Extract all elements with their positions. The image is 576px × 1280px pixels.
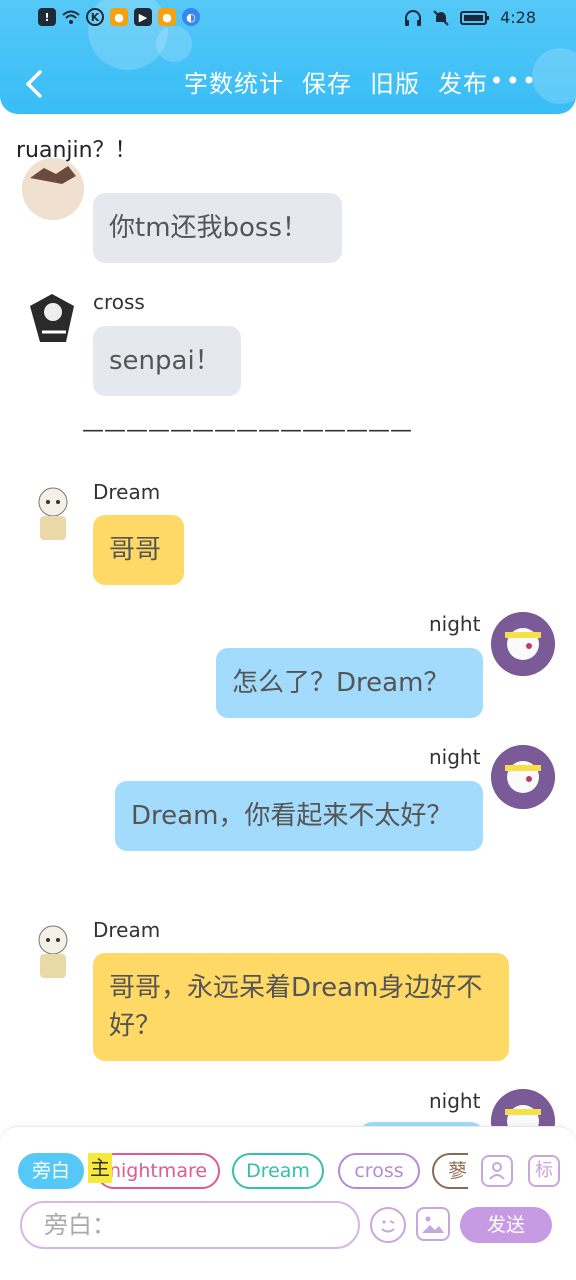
back-arrow-icon[interactable] xyxy=(20,66,50,102)
avatar-cross[interactable] xyxy=(22,288,84,350)
chip-narration[interactable]: 旁白 xyxy=(18,1153,84,1189)
nav-actions: 字数统计 保存 旧版 发布 xyxy=(184,66,488,102)
avatar-night[interactable] xyxy=(491,745,555,809)
sender-name: night xyxy=(429,1089,481,1113)
message-bubble[interactable]: 哥哥 xyxy=(93,515,184,585)
chip-more[interactable]: 蓼 xyxy=(432,1153,468,1189)
header: ! K ● ▶ ● ◐ 4:28 字数统计 保存 旧版 发布 ••• xyxy=(0,0,576,114)
send-button[interactable]: 发送 xyxy=(460,1207,552,1243)
message-bubble[interactable]: senpai！ xyxy=(93,326,241,396)
sender-name: Dream xyxy=(93,480,161,504)
browser-icon: ◐ xyxy=(182,8,200,26)
old-version-button[interactable]: 旧版 xyxy=(370,66,420,102)
user-card-icon[interactable] xyxy=(481,1155,513,1187)
publish-button[interactable]: 发布 xyxy=(438,66,488,102)
status-right-icons: 4:28 xyxy=(404,8,536,27)
emoji-icon[interactable] xyxy=(370,1207,406,1243)
message-bubble[interactable]: 你tm还我boss！ xyxy=(93,193,342,263)
headphones-icon xyxy=(405,9,422,26)
alert-icon: ! xyxy=(38,8,56,26)
avatar-dream[interactable] xyxy=(22,482,84,544)
image-icon[interactable] xyxy=(416,1207,450,1241)
message-bubble[interactable]: 怎么了？Dream？ xyxy=(216,648,483,718)
status-left-icons: ! K ● ▶ ● ◐ xyxy=(38,8,200,26)
message-input[interactable]: 旁白： xyxy=(20,1201,360,1249)
avatar[interactable] xyxy=(22,158,84,220)
message-bubble[interactable]: 哥哥，永远呆着Dream身边好不好？ xyxy=(93,953,509,1061)
avatar-night[interactable] xyxy=(491,612,555,676)
divider-line: ——————————————— xyxy=(82,418,412,443)
avatar-dream[interactable] xyxy=(22,920,84,982)
message-bubble[interactable]: Dream，你看起来不太好？ xyxy=(115,781,483,851)
chat-area[interactable]: ruanjin？！ 你tm还我boss！ cross senpai！ —————… xyxy=(0,114,576,1126)
sender-name: cross xyxy=(93,290,145,314)
composer: 旁白 nightmare 主 Dream cross 蓼 标 旁白： 发送 xyxy=(0,1126,576,1280)
battery-icon xyxy=(460,10,490,25)
more-options-icon[interactable]: ••• xyxy=(490,66,538,96)
k-app-icon: K xyxy=(86,8,104,26)
b-app-icon: ▶ xyxy=(134,8,152,26)
nav-bar: 字数统计 保存 旧版 发布 ••• xyxy=(0,62,576,106)
tag-icon[interactable]: 标 xyxy=(528,1155,560,1187)
narration-text: ruanjin？！ xyxy=(16,138,137,163)
status-time: 4:28 xyxy=(500,8,536,27)
save-button[interactable]: 保存 xyxy=(302,66,352,102)
wifi-icon xyxy=(62,8,80,26)
weibo-icon: ● xyxy=(158,8,176,26)
bell-muted-icon xyxy=(433,9,449,26)
sender-name: night xyxy=(429,745,481,769)
word-count-button[interactable]: 字数统计 xyxy=(184,66,284,102)
weibo-icon: ● xyxy=(110,8,128,26)
avatar-night[interactable] xyxy=(491,1089,555,1126)
status-bar: ! K ● ▶ ● ◐ 4:28 xyxy=(0,6,576,34)
sender-name: Dream xyxy=(93,918,161,942)
role-chips: 旁白 nightmare 主 Dream cross 蓼 xyxy=(18,1153,468,1189)
chip-nightmare[interactable]: nightmare xyxy=(96,1153,220,1189)
chip-dream[interactable]: Dream xyxy=(232,1153,324,1189)
main-role-tag: 主 xyxy=(88,1153,112,1183)
sender-name: night xyxy=(429,612,481,636)
chip-cross[interactable]: cross xyxy=(338,1153,420,1189)
